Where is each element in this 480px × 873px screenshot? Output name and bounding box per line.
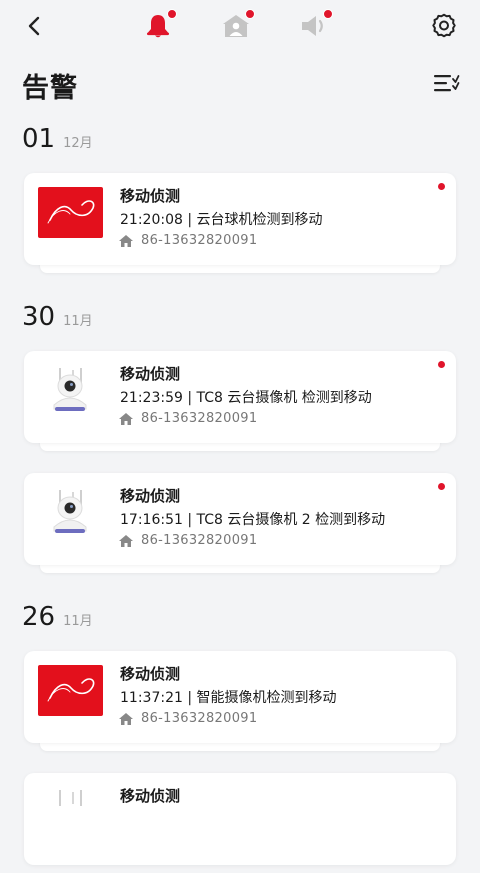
- event-card[interactable]: 移动侦测 17:16:51 | TC8 云台摄像机 2 检测到移动 86-136…: [24, 473, 456, 573]
- unread-dot: [438, 183, 445, 190]
- brand-logo-icon: [47, 200, 95, 224]
- device-id: 86-13632820091: [141, 411, 258, 426]
- tab-visitor[interactable]: [216, 8, 256, 44]
- event-card-body: 移动侦测 21:23:59 | TC8 云台摄像机 检测到移动 86-13632…: [24, 351, 456, 443]
- event-card-body: 移动侦测 21:20:08 | 云台球机检测到移动 86-13632820091: [24, 173, 456, 265]
- filter-button[interactable]: [432, 70, 462, 96]
- event-detail: 11:37:21 | 智能摄像机检测到移动: [120, 690, 337, 706]
- gear-icon: [432, 13, 456, 38]
- date-month: 11月: [63, 314, 93, 329]
- event-thumbnail: [38, 665, 103, 716]
- date-day: 30: [22, 302, 56, 332]
- device-id: 86-13632820091: [141, 711, 258, 726]
- event-title: 移动侦测: [120, 487, 181, 505]
- message-unread-dot: [323, 9, 333, 19]
- event-device: 86-13632820091: [118, 533, 257, 548]
- event-card[interactable]: 移动侦测 21:23:59 | TC8 云台摄像机 检测到移动 86-13632…: [24, 351, 456, 451]
- camera-icon: [53, 490, 87, 533]
- event-card[interactable]: 移动侦测 11:37:21 | 智能摄像机检测到移动 86-1363282009…: [24, 651, 456, 751]
- date-month: 12月: [63, 136, 93, 151]
- event-device: 86-13632820091: [118, 411, 257, 426]
- date-header: 01 12月: [22, 124, 93, 159]
- home-icon: [119, 412, 133, 425]
- unread-dot: [438, 361, 445, 368]
- back-button[interactable]: [14, 8, 54, 44]
- event-card-body: 移动侦测 11:37:21 | 智能摄像机检测到移动 86-1363282009…: [24, 651, 456, 743]
- home-icon: [119, 234, 133, 247]
- event-title: 移动侦测: [120, 665, 181, 683]
- event-card[interactable]: 移动侦测: [24, 773, 456, 873]
- event-card-body: 移动侦测 17:16:51 | TC8 云台摄像机 2 检测到移动 86-136…: [24, 473, 456, 565]
- camera-icon: [53, 368, 87, 411]
- unread-dot: [438, 483, 445, 490]
- date-header: 26 11月: [22, 602, 93, 637]
- home-icon: [119, 534, 133, 547]
- event-device: 86-13632820091: [118, 233, 257, 248]
- event-title: 移动侦测: [120, 365, 181, 383]
- settings-button[interactable]: [424, 8, 464, 44]
- visitor-unread-dot: [245, 9, 255, 19]
- date-header: 30 11月: [22, 302, 93, 337]
- top-bar: [0, 0, 480, 52]
- brand-logo-icon: [47, 678, 95, 702]
- event-thumbnail: [38, 487, 103, 538]
- alarm-unread-dot: [167, 9, 177, 19]
- page-title: 告警: [22, 73, 78, 104]
- event-title: 移动侦测: [120, 187, 181, 205]
- event-thumbnail: [38, 187, 103, 238]
- camera-icon: [59, 790, 82, 806]
- event-thumbnail: [38, 365, 103, 416]
- device-id: 86-13632820091: [141, 533, 258, 548]
- date-day: 26: [22, 602, 56, 632]
- event-thumbnail: [38, 787, 103, 838]
- event-detail: 17:16:51 | TC8 云台摄像机 2 检测到移动: [120, 512, 386, 528]
- event-device: 86-13632820091: [118, 711, 257, 726]
- event-detail: 21:20:08 | 云台球机检测到移动: [120, 212, 323, 228]
- date-day: 01: [22, 124, 56, 154]
- event-detail: 21:23:59 | TC8 云台摄像机 检测到移动: [120, 390, 372, 406]
- device-id: 86-13632820091: [141, 233, 258, 248]
- event-title: 移动侦测: [120, 787, 181, 805]
- list-filter-icon: [434, 75, 460, 92]
- tab-alarm[interactable]: [138, 8, 178, 44]
- tab-message[interactable]: [294, 8, 334, 44]
- event-card[interactable]: 移动侦测 21:20:08 | 云台球机检测到移动 86-13632820091: [24, 173, 456, 273]
- date-month: 11月: [63, 614, 93, 629]
- event-card-body: 移动侦测: [24, 773, 456, 865]
- chevron-left-icon: [28, 16, 40, 36]
- home-icon: [119, 712, 133, 725]
